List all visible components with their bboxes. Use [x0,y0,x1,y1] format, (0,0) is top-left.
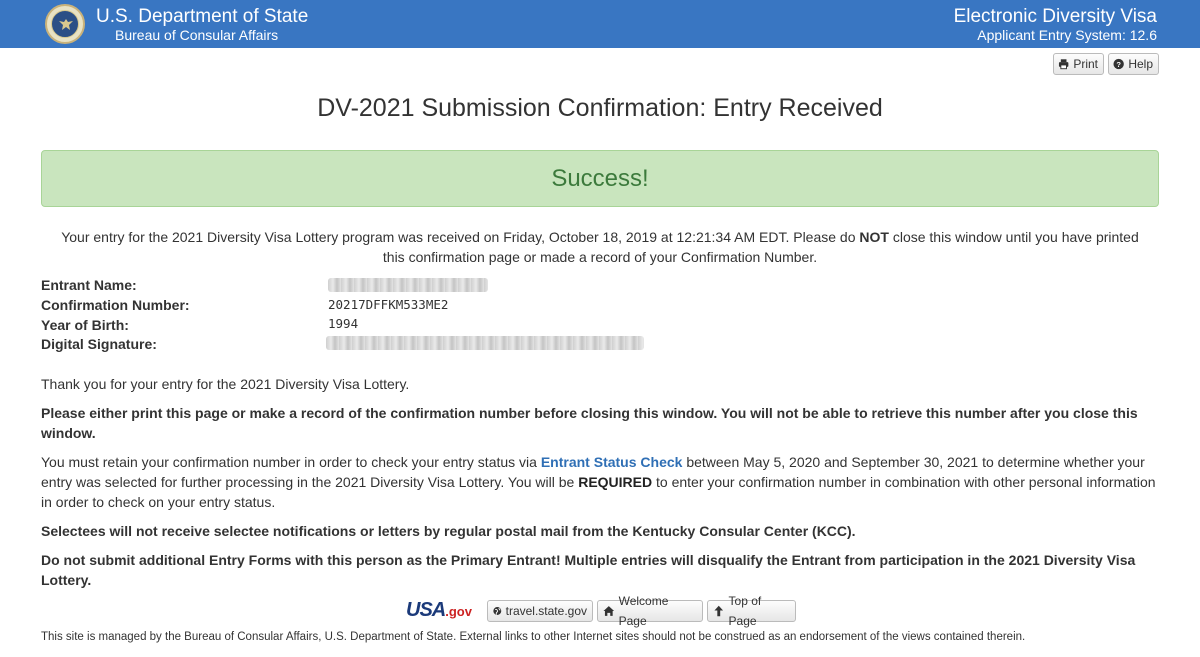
top-of-page-button[interactable]: Top of Page [707,594,796,628]
arrow-up-icon [714,605,724,617]
confirmation-number-value: 20217DFFKM533ME2 [328,297,449,312]
year-of-birth-label: Year of Birth: [41,317,129,333]
print-button[interactable]: Print [1053,53,1104,75]
travel-state-gov-button[interactable]: travel.state.gov [487,600,593,622]
entrant-name-label: Entrant Name: [41,277,137,293]
thank-you-text: Thank you for your entry for the 2021 Di… [41,376,410,392]
printer-icon [1058,59,1069,70]
print-warning-text: Please either print this page or make a … [41,405,1138,441]
travel-label: travel.state.gov [505,604,587,618]
retain-instructions: You must retain your confirmation number… [41,452,1159,512]
site-header: U.S. Department of State Bureau of Consu… [0,0,1200,48]
top-label: Top of Page [728,594,762,628]
page-title: DV-2021 Submission Confirmation: Entry R… [317,94,883,122]
digital-signature-label: Digital Signature: [41,336,157,352]
state-department-seal-icon [45,4,85,44]
received-text-before: Your entry for the 2021 Diversity Visa L… [61,229,860,245]
usa-gov-logo-text: USA [406,599,446,621]
usa-gov-logo-suffix: .gov [445,604,472,619]
program-name: Electronic Diversity Visa [953,6,1157,27]
retain-required: REQUIRED [578,474,653,490]
globe-icon [493,607,502,615]
question-circle-icon: ? [1113,58,1124,70]
welcome-page-button[interactable]: Welcome Page [597,594,703,628]
retain-text-1: You must retain your confirmation number… [41,454,541,470]
help-button[interactable]: ? Help [1108,53,1159,75]
digital-signature-redacted [326,336,644,350]
department-name: U.S. Department of State [96,6,309,27]
help-label: Help [1128,57,1153,71]
confirmation-number-label: Confirmation Number: [41,297,190,313]
system-version: Applicant Entry System: 12.6 [977,27,1157,43]
footer-disclaimer: This site is managed by the Bureau of Co… [41,631,1026,643]
no-additional-entries-warning: Do not submit additional Entry Forms wit… [41,552,1136,588]
welcome-label: Welcome Page [618,594,669,628]
received-notice: Your entry for the 2021 Diversity Visa L… [50,227,1150,267]
entrant-name-redacted [328,278,488,292]
selectees-notice: Selectees will not receive selectee noti… [41,523,856,539]
success-alert: Success! [41,150,1159,207]
year-of-birth-value: 1994 [328,316,359,331]
print-label: Print [1073,57,1098,71]
entrant-status-check-link[interactable]: Entrant Status Check [541,454,683,470]
bureau-name: Bureau of Consular Affairs [115,27,279,43]
usa-gov-logo[interactable]: USA.gov [406,599,482,621]
svg-text:?: ? [1116,60,1121,69]
home-icon [603,606,615,616]
received-text-bold: NOT [859,229,889,245]
